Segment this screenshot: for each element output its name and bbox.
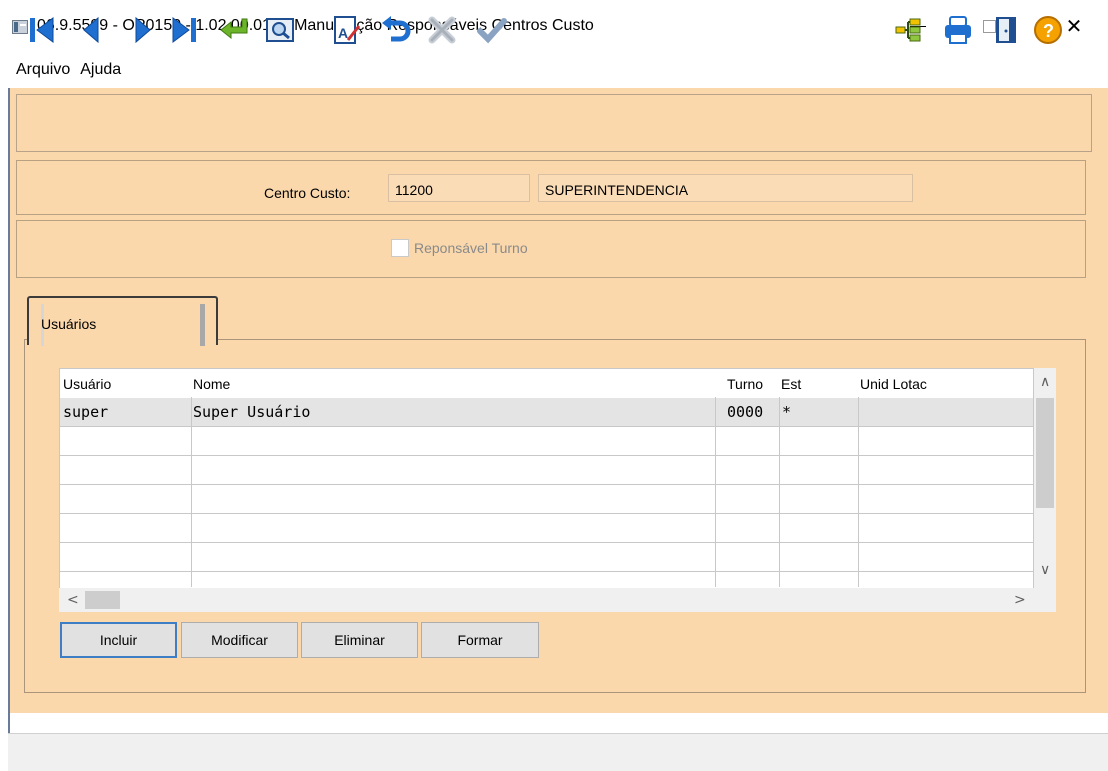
cancel-icon[interactable] [426,14,458,46]
exit-door-icon[interactable] [990,14,1022,46]
navigation-tree-icon[interactable] [892,14,924,46]
centro-custo-label: Centro Custo: [264,185,351,201]
table-row[interactable] [60,514,1033,543]
help-icon[interactable]: ? [1032,14,1064,46]
centro-custo-description-field: SUPERINTENDENCIA [538,174,913,202]
modificar-button[interactable]: Modificar [181,622,298,658]
column-divider [715,397,716,587]
search-icon[interactable] [264,14,296,46]
menu-ajuda[interactable]: Ajuda [76,61,127,79]
confirm-icon[interactable] [476,14,508,46]
column-divider [191,397,192,587]
status-bar [8,734,1108,771]
previous-record-icon[interactable] [76,14,108,46]
centro-custo-code-field[interactable]: 11200 [388,174,530,202]
tab-usuarios-label: Usuários [41,316,97,332]
vertical-scroll-thumb[interactable] [1036,398,1054,508]
edit-icon[interactable]: A [330,14,362,46]
scroll-up-icon[interactable]: ∧ [1040,374,1050,390]
grid-header: Usuário Nome Turno Est Unid Lotac [60,369,1033,397]
scroll-left-icon[interactable]: < [67,592,79,608]
horizontal-scroll-thumb[interactable] [85,591,120,609]
toolbar [16,94,1092,152]
cell-usuario: super [63,403,109,421]
table-row[interactable] [60,485,1033,514]
svg-text:A: A [338,25,348,41]
close-icon: ✕ [1065,14,1083,38]
window-title: 06.9.5599 - OP0150 - 1.02.00.012 - Manut… [37,17,594,34]
responsavel-turno-checkbox[interactable] [391,239,409,257]
column-divider [858,397,859,587]
menu-bar: Arquivo Ajuda [0,56,1108,84]
next-record-icon[interactable] [126,14,158,46]
cell-turno: 0000 [727,403,764,421]
print-icon[interactable] [942,14,974,46]
table-row[interactable] [60,456,1033,485]
column-header-unid-lotac[interactable]: Unid Lotac [860,376,927,392]
responsavel-turno-panel [16,220,1086,278]
eliminar-button[interactable]: Eliminar [301,622,418,658]
table-row[interactable]: super Super Usuário 0000 * [60,398,1033,427]
undo-icon[interactable] [380,14,412,46]
scroll-right-icon[interactable]: > [1014,592,1026,608]
menu-arquivo[interactable]: Arquivo [0,61,76,79]
svg-text:?: ? [1043,21,1054,41]
column-header-usuario[interactable]: Usuário [63,376,111,392]
scroll-down-icon[interactable]: ∨ [1040,562,1050,578]
column-header-turno[interactable]: Turno [727,376,763,392]
column-divider [779,397,780,587]
responsavel-turno-label: Reponsável Turno [414,240,528,256]
table-row[interactable] [60,427,1033,456]
column-header-nome[interactable]: Nome [193,376,230,392]
horizontal-scrollbar[interactable] [59,588,1034,612]
table-row[interactable] [60,543,1033,572]
formar-button[interactable]: Formar [421,622,539,658]
last-record-icon[interactable] [168,14,200,46]
cell-est: * [782,403,792,421]
users-grid[interactable]: Usuário Nome Turno Est Unid Lotac super … [59,368,1034,612]
incluir-button[interactable]: Incluir [60,622,177,658]
first-record-icon[interactable] [26,14,58,46]
column-header-est[interactable]: Est [781,376,801,392]
goto-icon[interactable] [218,14,250,46]
scrollbar-corner [1034,588,1056,612]
cell-nome: Super Usuário [193,403,311,421]
